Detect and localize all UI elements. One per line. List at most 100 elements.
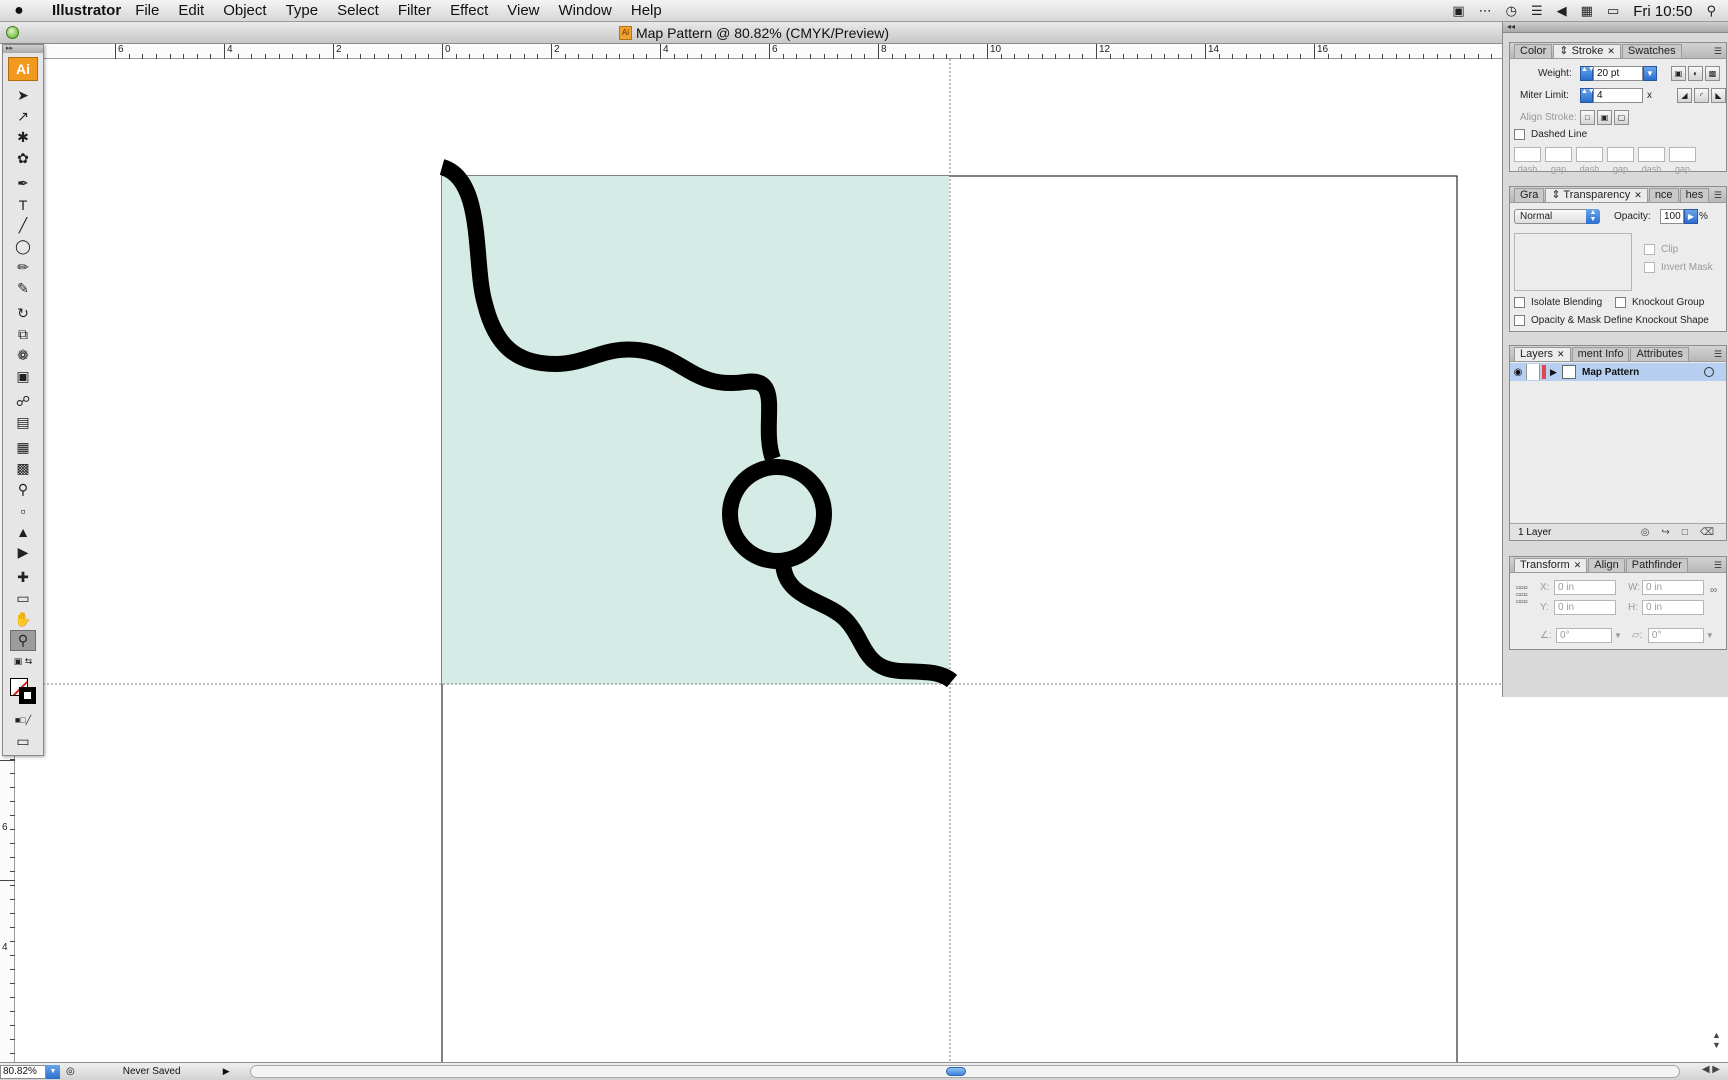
tab-attributes[interactable]: Attributes bbox=[1630, 347, 1689, 361]
lock-toggle[interactable] bbox=[1526, 364, 1540, 380]
clip-checkbox[interactable] bbox=[1644, 244, 1655, 255]
apple-menu-icon[interactable]: ● bbox=[0, 2, 38, 20]
time-machine-icon[interactable]: ◷ bbox=[1506, 3, 1517, 19]
app-menu[interactable]: Illustrator bbox=[38, 2, 121, 19]
h-field[interactable]: 0 in bbox=[1642, 600, 1704, 615]
direct-selection-tool-icon[interactable]: ↗ bbox=[10, 106, 36, 127]
x-field[interactable]: 0 in bbox=[1554, 580, 1616, 595]
free-transform-tool-icon[interactable]: ▣ bbox=[10, 366, 36, 387]
line-tool-icon[interactable]: ╱ bbox=[10, 215, 36, 236]
live-paint-selection-tool-icon[interactable]: ▶ bbox=[10, 542, 36, 563]
new-sublayer-icon[interactable]: ↪ bbox=[1661, 527, 1669, 538]
menu-edit[interactable]: Edit bbox=[178, 2, 204, 19]
layer-target-icon[interactable] bbox=[1704, 367, 1714, 377]
eraser-tool-icon[interactable]: ▭ bbox=[10, 588, 36, 609]
menu-view[interactable]: View bbox=[507, 2, 539, 19]
menu-file[interactable]: File bbox=[135, 2, 159, 19]
tab-transparency[interactable]: ⇕ Transparency ✕ bbox=[1545, 188, 1648, 202]
miter-join-icon[interactable]: ◢ bbox=[1677, 88, 1692, 103]
clock[interactable]: Fri 10:50 bbox=[1633, 3, 1692, 20]
opacity-mask-thumbnail[interactable] bbox=[1514, 233, 1632, 291]
live-paint-bucket-tool-icon[interactable]: ▲ bbox=[10, 521, 36, 542]
weight-field[interactable]: 20 pt bbox=[1593, 66, 1643, 81]
tab-color[interactable]: Color bbox=[1514, 44, 1553, 58]
battery-icon[interactable]: ▭ bbox=[1607, 3, 1619, 19]
menu-object[interactable]: Object bbox=[223, 2, 266, 19]
blend-mode-select[interactable]: Normal ▲ ▼ bbox=[1514, 209, 1600, 224]
opacity-slider-button[interactable]: ▶ bbox=[1684, 209, 1698, 224]
reference-point-icon[interactable]: ▫▫▫ ▫▫▫ ▫▫▫ bbox=[1516, 583, 1528, 608]
eyedropper-tool-icon[interactable]: ⚲ bbox=[10, 479, 36, 500]
menu-window[interactable]: Window bbox=[559, 2, 612, 19]
default-fill-stroke-icon[interactable]: ▣ ⇆ bbox=[10, 651, 36, 672]
lasso-tool-icon[interactable]: ✿ bbox=[10, 148, 36, 169]
miter-limit-stepper[interactable]: ▲▼ bbox=[1580, 88, 1595, 103]
tab-gradient[interactable]: Gra bbox=[1514, 188, 1545, 202]
butt-cap-icon[interactable]: ▣ bbox=[1671, 66, 1686, 81]
projecting-cap-icon[interactable]: ▩ bbox=[1705, 66, 1720, 81]
spotlight-search-icon[interactable]: ⚲ bbox=[1706, 3, 1716, 19]
menu-type[interactable]: Type bbox=[286, 2, 319, 19]
hand-tool-icon[interactable]: ✋ bbox=[10, 609, 36, 630]
stroke-black-swatch[interactable] bbox=[19, 687, 36, 704]
layer-name[interactable]: Map Pattern bbox=[1582, 367, 1704, 378]
volume-icon[interactable]: ◀ bbox=[1557, 3, 1567, 19]
rotate-field[interactable]: 0° bbox=[1556, 628, 1612, 643]
display-icon[interactable]: ▣ bbox=[1452, 3, 1464, 19]
isolate-blending-checkbox[interactable] bbox=[1514, 297, 1525, 308]
color-mode-buttons[interactable]: ■□╱ bbox=[10, 710, 36, 731]
tab-graphic-styles[interactable]: hes bbox=[1679, 188, 1710, 202]
fill-stroke-swatches[interactable] bbox=[8, 676, 38, 706]
dash-field-2[interactable] bbox=[1576, 147, 1603, 162]
zoom-level-field[interactable]: 80.82% bbox=[0, 1064, 46, 1079]
status-menu-arrow-icon[interactable]: ▶ bbox=[223, 1066, 230, 1077]
menu-filter[interactable]: Filter bbox=[398, 2, 431, 19]
tools-panel-grip[interactable]: ▸▸ bbox=[3, 45, 43, 53]
expand-triangle-icon[interactable]: ▶ bbox=[1550, 367, 1562, 378]
ellipse-tool-icon[interactable]: ◯ bbox=[10, 236, 36, 257]
bevel-join-icon[interactable]: ◣ bbox=[1711, 88, 1726, 103]
menu-help[interactable]: Help bbox=[631, 2, 662, 19]
new-layer-icon[interactable]: □ bbox=[1682, 527, 1688, 538]
magic-wand-tool-icon[interactable]: ✱ bbox=[10, 127, 36, 148]
rotate-dropdown-icon[interactable]: ▼ bbox=[1614, 631, 1622, 640]
tab-transform[interactable]: Transform ✕ bbox=[1514, 558, 1588, 572]
w-field[interactable]: 0 in bbox=[1642, 580, 1704, 595]
gap-field-2[interactable] bbox=[1607, 147, 1634, 162]
zoom-window-button[interactable] bbox=[6, 26, 19, 39]
mesh-tool-icon[interactable]: ▦ bbox=[10, 437, 36, 458]
zoom-tool-icon[interactable]: ⚲ bbox=[10, 630, 36, 651]
artboard-canvas[interactable] bbox=[15, 59, 1508, 1062]
panel-menu-icon[interactable]: ☰ bbox=[1714, 190, 1722, 201]
tab-align[interactable]: Align bbox=[1588, 558, 1625, 572]
opacity-field[interactable]: 100 bbox=[1660, 209, 1684, 224]
horizontal-scrollbar[interactable] bbox=[250, 1065, 1680, 1078]
slice-tool-icon[interactable]: ✚ bbox=[10, 567, 36, 588]
shear-dropdown-icon[interactable]: ▼ bbox=[1706, 631, 1714, 640]
knockout-group-checkbox[interactable] bbox=[1615, 297, 1626, 308]
y-field[interactable]: 0 in bbox=[1554, 600, 1616, 615]
graph-tool-icon[interactable]: ▤ bbox=[10, 412, 36, 433]
scale-tool-icon[interactable]: ⧉ bbox=[10, 324, 36, 345]
wifi-icon[interactable]: ☰ bbox=[1531, 3, 1543, 19]
rotate-tool-icon[interactable]: ↻ bbox=[10, 303, 36, 324]
horizontal-scroll-thumb[interactable] bbox=[946, 1067, 966, 1076]
round-join-icon[interactable]: ◜ bbox=[1694, 88, 1709, 103]
gap-field-1[interactable] bbox=[1545, 147, 1572, 162]
dash-field-3[interactable] bbox=[1638, 147, 1665, 162]
vertical-scroll-arrows[interactable]: ▲ ▼ bbox=[1712, 1030, 1721, 1050]
tab-appearance[interactable]: nce bbox=[1648, 188, 1679, 202]
pen-tool-icon[interactable]: ✒ bbox=[10, 173, 36, 194]
horizontal-ruler[interactable]: 6 4 2 0 2 4 6 8 10 12 14 16 bbox=[44, 44, 1508, 59]
menu-select[interactable]: Select bbox=[337, 2, 379, 19]
shear-field[interactable]: 0° bbox=[1647, 628, 1704, 643]
tab-pathfinder[interactable]: Pathfinder bbox=[1625, 558, 1688, 572]
delete-layer-icon[interactable]: ⌫ bbox=[1700, 527, 1714, 538]
layer-row[interactable]: ◉ ▶ Map Pattern bbox=[1510, 363, 1726, 381]
tab-swatches[interactable]: Swatches bbox=[1621, 44, 1682, 58]
screen-mode-icon[interactable]: ▭ bbox=[10, 731, 36, 752]
pencil-tool-icon[interactable]: ✎ bbox=[10, 278, 36, 299]
visibility-eye-icon[interactable]: ◉ bbox=[1510, 367, 1526, 378]
tab-document-info[interactable]: ment Info bbox=[1571, 347, 1630, 361]
symbol-sprayer-tool-icon[interactable]: ☍ bbox=[10, 391, 36, 412]
